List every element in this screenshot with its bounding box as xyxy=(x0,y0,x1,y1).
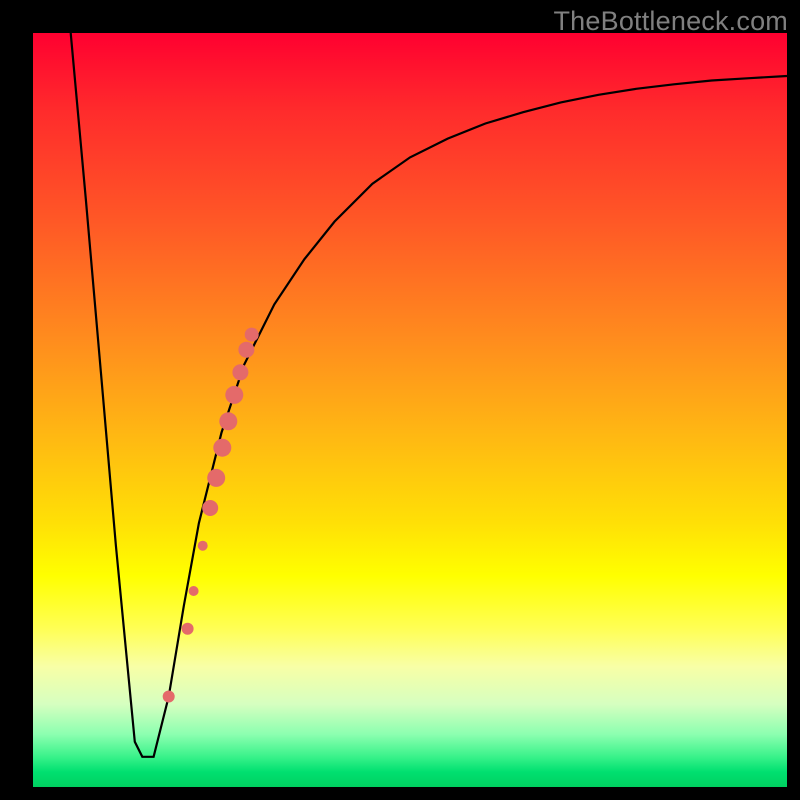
curve-layer xyxy=(33,33,787,787)
data-marker xyxy=(182,623,194,635)
data-marker xyxy=(207,469,225,487)
plot-area xyxy=(33,33,787,787)
data-marker xyxy=(189,586,199,596)
chart-frame: TheBottleneck.com xyxy=(0,0,800,800)
data-marker xyxy=(163,691,175,703)
data-marker xyxy=(198,541,208,551)
data-marker xyxy=(202,500,218,516)
data-marker xyxy=(213,439,231,457)
data-marker xyxy=(245,328,259,342)
bottleneck-curve xyxy=(71,33,787,757)
data-marker xyxy=(232,364,248,380)
data-marker xyxy=(219,412,237,430)
data-marker xyxy=(238,342,254,358)
data-marker xyxy=(225,386,243,404)
